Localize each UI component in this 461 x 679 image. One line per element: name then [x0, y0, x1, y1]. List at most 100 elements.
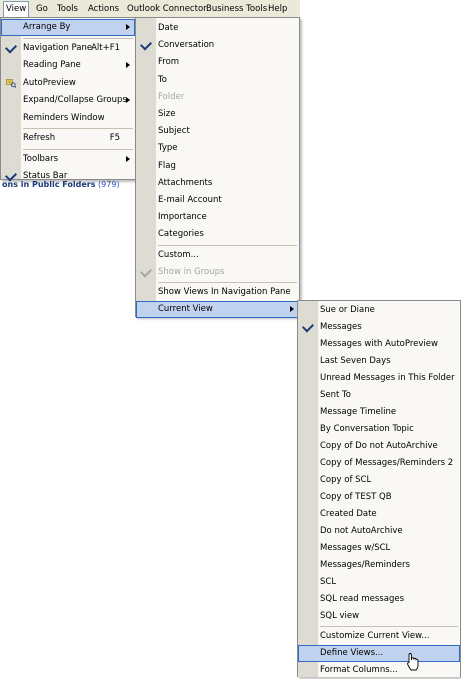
menu-item-label: Subject — [158, 126, 190, 137]
menu-item-label: SQL read messages — [320, 594, 404, 604]
menu-outlook-connector[interactable]: Outlook Connector — [127, 3, 207, 15]
menu-item-label: Current View — [158, 304, 213, 315]
menu-item-label: Custom... — [158, 249, 199, 260]
menu-item-label: Sue or Diane — [320, 305, 375, 315]
submenu-arrow-icon — [126, 97, 130, 103]
menu-item-label: Messages w/SCL — [320, 543, 391, 553]
menu-help[interactable]: Help — [268, 3, 287, 15]
menu-item-label: Messages with AutoPreview — [320, 339, 438, 349]
view-menu-item-refresh[interactable]: Refresh F5 — [1, 130, 135, 147]
menu-actions[interactable]: Actions — [88, 3, 119, 15]
current-view-item-copy-of-messages-reminders-2[interactable]: Copy of Messages/Reminders 2 — [298, 455, 460, 472]
menu-item-label: Navigation Pane — [23, 42, 93, 53]
arrange-menu-item-conversation[interactable]: Conversation — [136, 37, 299, 54]
current-view-item-by-conversation-topic[interactable]: By Conversation Topic — [298, 421, 460, 438]
current-view-item-last-seven-days[interactable]: Last Seven Days — [298, 353, 460, 370]
menu-item-label: Reminders Window — [23, 112, 105, 123]
current-view-item-define-views[interactable]: Define Views... — [298, 645, 460, 662]
menu-tools[interactable]: Tools — [57, 3, 78, 15]
current-view-item-sue-or-diane[interactable]: Sue or Diane — [298, 302, 460, 319]
menu-item-label: Messages/Reminders — [320, 560, 410, 570]
arrange-menu-item-date[interactable]: Date — [136, 20, 299, 37]
current-view-item-scl[interactable]: SCL — [298, 574, 460, 591]
menu-item-label: Date — [158, 23, 179, 33]
menu-item-label: Created Date — [320, 509, 377, 519]
menu-go[interactable]: Go — [36, 3, 48, 15]
menu-item-label: Attachments — [158, 177, 213, 188]
arrange-menu-item-from[interactable]: From — [136, 54, 299, 71]
shortcut-label: Alt+F1 — [91, 42, 120, 53]
current-view-item-customize-current-view[interactable]: Customize Current View... — [298, 628, 460, 645]
checkmark-icon — [139, 265, 153, 278]
menu-separator — [158, 282, 297, 283]
view-menu-item-navigation-pane[interactable]: Navigation Pane Alt+F1 — [1, 40, 135, 57]
current-view-item-sql-read-messages[interactable]: SQL read messages — [298, 591, 460, 608]
arrange-menu-item-type[interactable]: Type — [136, 140, 299, 157]
menu-item-label: Toolbars — [23, 153, 59, 164]
arrange-menu-item-show-in-groups: Show in Groups — [136, 264, 299, 281]
menu-item-label: E-mail Account — [158, 195, 222, 205]
view-menu-item-toolbars[interactable]: Toolbars — [1, 151, 135, 168]
view-menu: Arrange By Navigation Pane Alt+F1 Reading P… — [0, 17, 136, 182]
current-view-item-copy-of-do-not-autoarchive[interactable]: Copy of Do not AutoArchive — [298, 438, 460, 455]
current-view-item-copy-of-test-qb[interactable]: Copy of TEST QB — [298, 489, 460, 506]
menu-item-label: Status Bar — [23, 171, 68, 181]
menu-separator — [158, 244, 297, 246]
current-view-item-sent-to[interactable]: Sent To — [298, 387, 460, 404]
menu-item-label: Refresh — [23, 133, 56, 143]
current-view-item-copy-of-scl[interactable]: Copy of SCL — [298, 472, 460, 489]
arrange-menu-item-attachments[interactable]: Attachments — [136, 175, 299, 192]
menu-item-label: From — [158, 57, 180, 68]
menu-separator — [320, 626, 458, 627]
menu-separator — [23, 128, 133, 129]
menu-item-label: Copy of Messages/Reminders 2 — [320, 458, 454, 468]
menu-item-label: SCL — [320, 577, 337, 587]
arrange-menu-item-to[interactable]: To — [136, 72, 299, 89]
arrange-menu-item-custom[interactable]: Custom... — [136, 247, 299, 264]
current-view-item-messages-with-autopreview[interactable]: Messages with AutoPreview — [298, 336, 460, 353]
menu-item-label: To — [158, 74, 167, 85]
current-view-item-messages-w-scl[interactable]: Messages w/SCL — [298, 540, 460, 557]
menu-business-tools[interactable]: Business Tools — [206, 3, 267, 15]
menu-item-label: Do not AutoArchive — [320, 526, 403, 536]
current-view-item-unread-messages-in-this-folder[interactable]: Unread Messages in This Folder — [298, 370, 460, 387]
current-view-item-created-date[interactable]: Created Date — [298, 506, 460, 523]
menu-item-label: Messages — [320, 322, 362, 332]
current-view-item-message-timeline[interactable]: Message Timeline — [298, 404, 460, 421]
autopreview-icon — [6, 78, 16, 88]
menu-item-label: Importance — [158, 212, 207, 223]
view-menu-item-status-bar[interactable]: Status Bar — [1, 168, 135, 185]
current-view-item-messages-reminders[interactable]: Messages/Reminders — [298, 557, 460, 574]
menu-item-label: SQL view — [320, 611, 360, 621]
menu-item-label: Categories — [158, 229, 204, 240]
menu-item-label: By Conversation Topic — [320, 424, 414, 434]
current-view-item-messages[interactable]: Messages — [298, 319, 460, 336]
arrange-menu-item-size[interactable]: Size — [136, 106, 299, 123]
menu-item-label: Copy of TEST QB — [320, 492, 392, 502]
view-menu-item-reminders-window[interactable]: Reminders Window — [1, 110, 135, 127]
arrange-menu-item-show-views-in-navigation-pane[interactable]: Show Views In Navigation Pane — [136, 284, 299, 301]
menu-item-label: Folder — [158, 91, 185, 102]
menu-view[interactable]: View — [3, 1, 30, 18]
menu-item-label: Define Views... — [320, 648, 384, 658]
checkmark-icon — [4, 169, 18, 182]
current-view-item-format-columns[interactable]: Format Columns... — [298, 662, 460, 679]
submenu-arrow-icon — [126, 62, 130, 68]
arrange-menu-item-categories[interactable]: Categories — [136, 226, 299, 243]
current-view-menu: Sue or Diane Messages Messages with AutoPr… — [297, 300, 461, 677]
arrange-menu-item-importance[interactable]: Importance — [136, 209, 299, 226]
menu-item-label: Copy of SCL — [320, 475, 372, 485]
view-menu-item-autopreview[interactable]: AutoPreview — [1, 75, 135, 92]
arrange-menu-item-current-view[interactable]: Current View — [136, 301, 299, 319]
arrange-menu-item-subject[interactable]: Subject — [136, 123, 299, 140]
mouse-cursor-icon — [407, 653, 419, 671]
current-view-item-do-not-autoarchive[interactable]: Do not AutoArchive — [298, 523, 460, 540]
view-menu-item-expand-collapse-groups[interactable]: Expand/Collapse Groups — [1, 92, 135, 109]
arrange-menu-item-folder: Folder — [136, 89, 299, 106]
view-menu-item-arrange-by[interactable]: Arrange By — [1, 19, 135, 36]
current-view-item-sql-view[interactable]: SQL view — [298, 608, 460, 625]
arrange-menu-item-e-mail-account[interactable]: E-mail Account — [136, 192, 299, 209]
view-menu-item-reading-pane[interactable]: Reading Pane — [1, 57, 135, 74]
arrange-menu-item-flag[interactable]: Flag — [136, 158, 299, 175]
menu-separator — [23, 37, 133, 39]
